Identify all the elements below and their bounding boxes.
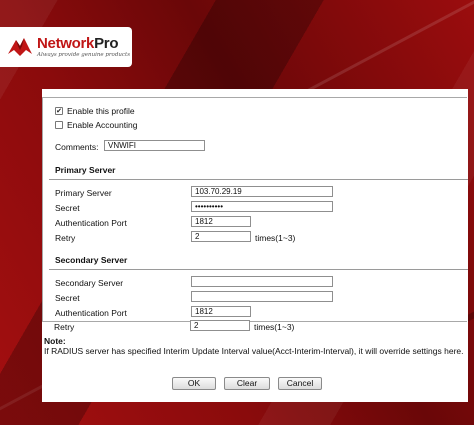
secondary-section-divider <box>49 269 468 270</box>
primary-retry-input[interactable] <box>191 231 251 242</box>
primary-secret-label: Secret <box>55 203 80 213</box>
primary-server-section-title: Primary Server <box>55 165 116 175</box>
primary-server-input[interactable] <box>191 186 333 197</box>
eagle-logo-icon <box>8 38 32 56</box>
enable-profile-label: Enable this profile <box>67 106 135 116</box>
enable-accounting-row[interactable]: Enable Accounting <box>55 120 137 130</box>
comments-input[interactable] <box>104 140 205 151</box>
primary-auth-port-input[interactable] <box>191 216 251 227</box>
secondary-secret-input[interactable] <box>191 291 333 302</box>
secondary-secret-label: Secret <box>55 293 80 303</box>
enable-accounting-label: Enable Accounting <box>67 120 138 130</box>
primary-section-divider <box>49 179 468 180</box>
secondary-auth-port-label: Authentication Port <box>55 308 127 318</box>
networkpro-logo: NetworkPro Always provide genuine produc… <box>0 27 132 67</box>
primary-server-label: Primary Server <box>55 188 112 198</box>
secondary-retry-unit: times(1~3) <box>254 322 295 332</box>
primary-secret-input[interactable] <box>191 201 333 212</box>
enable-accounting-checkbox[interactable] <box>55 121 63 129</box>
comments-label: Comments: <box>55 142 99 152</box>
secondary-server-section-title: Secondary Server <box>55 255 128 265</box>
cancel-button[interactable]: Cancel <box>278 377 322 390</box>
enable-profile-row[interactable]: ✔ Enable this profile <box>55 106 135 116</box>
primary-retry-unit: times(1~3) <box>255 233 296 243</box>
logo-tagline: Always provide genuine products <box>37 51 131 58</box>
ok-button[interactable]: OK <box>172 377 216 390</box>
primary-auth-port-label: Authentication Port <box>55 218 127 228</box>
secondary-retry-input[interactable] <box>190 320 250 331</box>
secondary-server-label: Secondary Server <box>55 278 124 288</box>
clear-button[interactable]: Clear <box>224 377 270 390</box>
enable-profile-checkbox[interactable]: ✔ <box>55 107 63 115</box>
note-title: Note: <box>44 336 66 346</box>
note-text: If RADIUS server has specified Interim U… <box>44 346 464 356</box>
radius-settings-panel: ✔ Enable this profile Enable Accounting … <box>42 89 468 402</box>
secondary-server-input[interactable] <box>191 276 333 287</box>
primary-retry-label: Retry <box>55 233 76 243</box>
radius-form-box: ✔ Enable this profile Enable Accounting … <box>42 97 468 322</box>
logo-brand-text: NetworkPro <box>37 34 119 52</box>
secondary-auth-port-input[interactable] <box>191 306 251 317</box>
secondary-retry-label: Retry <box>54 322 75 332</box>
